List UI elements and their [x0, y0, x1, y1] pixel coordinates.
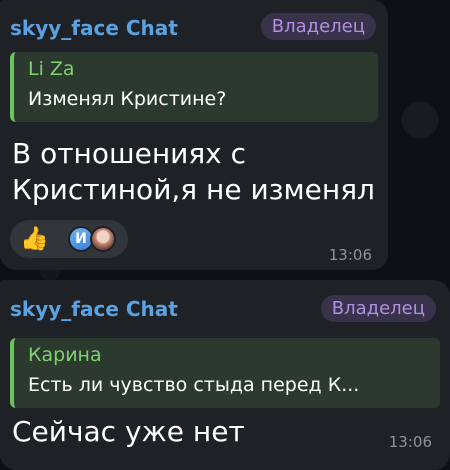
sender-name[interactable]: skyy_face Chat [10, 297, 178, 321]
reply-quote[interactable]: Li Za Изменял Кристине? [10, 52, 378, 122]
message-bubble[interactable]: skyy_face Chat Владелец Карина Есть ли ч… [0, 280, 450, 470]
message-time: 13:06 [328, 246, 372, 264]
role-badge: Владелец [320, 295, 436, 322]
reaction-pill[interactable]: 👍 И [10, 220, 128, 258]
reply-author: Li Za [28, 58, 75, 80]
role-badge: Владелец [260, 13, 376, 40]
message-bubble[interactable]: skyy_face Chat Владелец Li Za Изменял Кр… [0, 0, 388, 270]
reply-text: Есть ли чувство стыда перед К... [28, 374, 360, 396]
message-time: 13:06 [388, 433, 432, 451]
reply-author: Карина [28, 344, 102, 366]
message-text: Сейчас уже нет [12, 415, 245, 448]
reply-text: Изменял Кристине? [28, 88, 227, 110]
message-text: В отношениях с Кристиной,я не изменял [12, 137, 375, 206]
reply-quote[interactable]: Карина Есть ли чувство стыда перед К... [10, 338, 440, 408]
sender-name[interactable]: skyy_face Chat [10, 16, 178, 40]
thumbs-up-icon: 👍 [20, 226, 49, 252]
reactor-photo-avatar [90, 226, 116, 252]
